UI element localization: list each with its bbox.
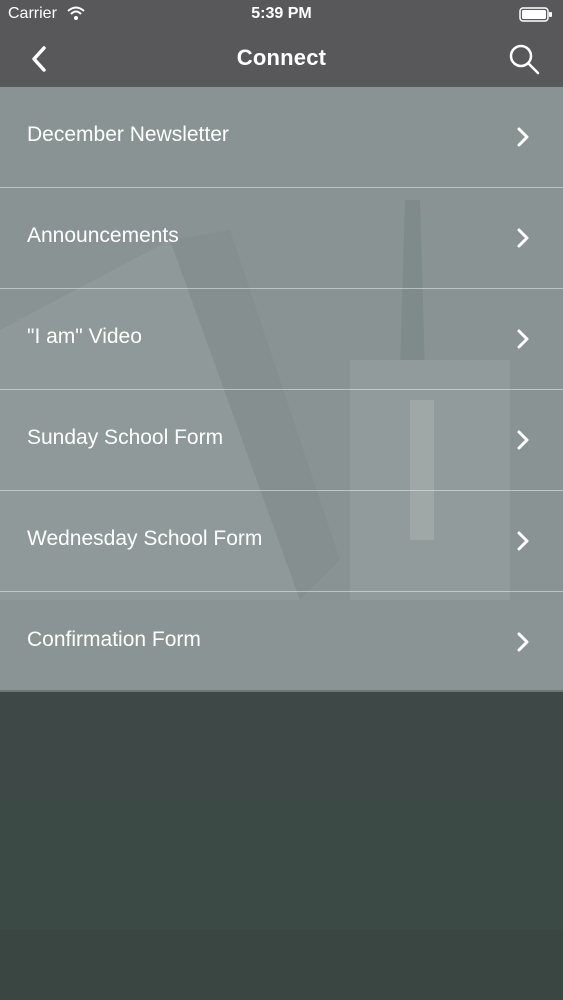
menu-item-december-newsletter[interactable]: December Newsletter <box>0 87 563 188</box>
menu-item-confirmation-form[interactable]: Confirmation Form <box>0 592 563 692</box>
chevron-right-icon <box>517 228 529 248</box>
menu-item-i-am-video[interactable]: "I am" Video <box>0 289 563 390</box>
search-icon[interactable] <box>507 42 541 76</box>
menu-item-sunday-school-form[interactable]: Sunday School Form <box>0 390 563 491</box>
chevron-right-icon <box>517 531 529 551</box>
page-title: Connect <box>236 45 327 70</box>
battery-icon <box>519 7 552 22</box>
menu-item-label: Confirmation Form <box>27 628 201 651</box>
menu-item-label: "I am" Video <box>27 325 142 348</box>
connect-menu-list: December Newsletter Announcements "I am"… <box>0 87 563 692</box>
chevron-right-icon <box>517 632 529 652</box>
status-bar: Carrier 5:39 PM <box>0 0 563 30</box>
menu-item-label: Announcements <box>27 224 179 247</box>
chevron-right-icon <box>517 127 529 147</box>
navigation-bar: Connect <box>0 30 563 87</box>
menu-item-wednesday-school-form[interactable]: Wednesday School Form <box>0 491 563 592</box>
menu-item-label: December Newsletter <box>27 123 229 146</box>
chevron-right-icon <box>517 329 529 349</box>
menu-item-announcements[interactable]: Announcements <box>0 188 563 289</box>
chevron-right-icon <box>517 430 529 450</box>
menu-item-label: Sunday School Form <box>27 426 224 449</box>
menu-item-label: Wednesday School Form <box>27 527 263 550</box>
status-time: 5:39 PM <box>251 5 312 22</box>
